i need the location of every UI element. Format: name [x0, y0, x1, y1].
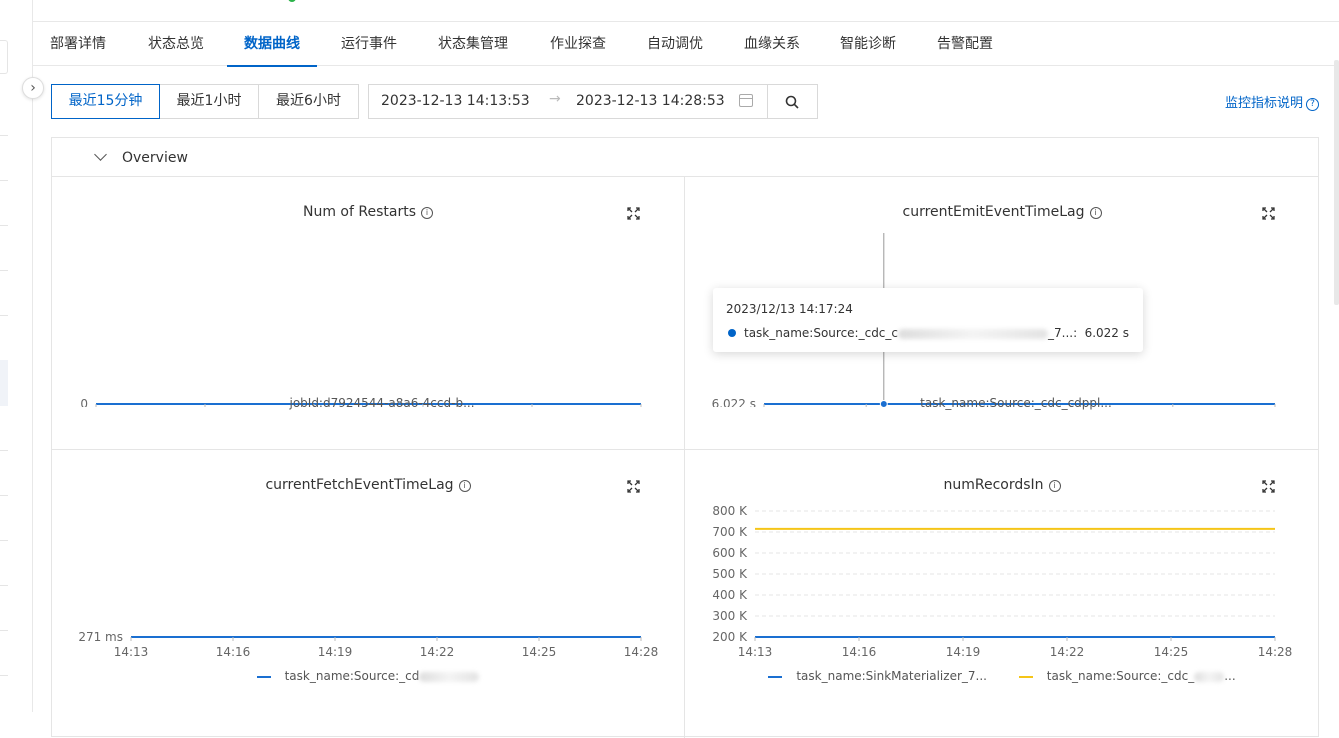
tab-alert-config[interactable]: 告警配置 — [937, 22, 993, 66]
x-tick-label: 14:25 — [1154, 645, 1189, 659]
tooltip-series-dot — [728, 329, 736, 337]
toolbar: 最近15分钟 最近1小时 最近6小时 2023-12-13 14:13:53 →… — [51, 84, 1319, 119]
tab-job-probe[interactable]: 作业探查 — [550, 22, 606, 66]
y-tick-label: 400 K — [712, 588, 748, 602]
y-tick-label: 300 K — [712, 609, 748, 623]
chart-legend: task_name:Source:_cdc_cdppl... — [685, 396, 1319, 410]
last-6-hours-button[interactable]: 最近6小时 — [258, 84, 359, 119]
chart-card: Num of Restartsi 014:1314:1614:1914:2214… — [52, 177, 685, 450]
range-end-input[interactable]: 2023-12-13 14:28:53 — [576, 93, 725, 109]
calendar-icon[interactable] — [739, 94, 753, 107]
search-button[interactable] — [767, 84, 818, 119]
legend-item[interactable]: task_name:Source:_cd — [256, 669, 480, 683]
help-link-label: 监控指标说明 — [1224, 96, 1303, 111]
x-tick-label: 14:28 — [624, 645, 659, 659]
page-scrollbar[interactable] — [1334, 60, 1339, 305]
chart-card: currentFetchEventTimeLag i 271 ms 14:13 14:… — [52, 450, 685, 738]
x-tick-label: 14:19 — [318, 645, 353, 659]
x-tick-label: 14:13 — [738, 645, 773, 659]
sidebar-selected-item[interactable] — [0, 360, 8, 406]
y-tick-label: 600 K — [712, 546, 748, 560]
legend-item[interactable]: task_name:SinkMaterializer_7... — [768, 669, 987, 683]
legend-item[interactable]: task_name:Source:_cdc_cdppl... — [892, 396, 1112, 410]
last-1-hour-button[interactable]: 最近1小时 — [159, 84, 259, 119]
tab-bar: 部署详情 状态总览 数据曲线 运行事件 状态集管理 作业探查 自动调优 血缘关系… — [33, 22, 1339, 67]
line-chart: 014:1314:1614:1914:2214:2514:28 — [80, 397, 642, 407]
redacted-text — [1194, 671, 1225, 682]
tooltip-time: 2023/12/13 14:17:24 — [726, 302, 853, 316]
x-tick-label: 14:13 — [114, 645, 149, 659]
y-tick-label: 200 K — [712, 630, 748, 644]
x-tick-label: 14:25 — [522, 645, 557, 659]
legend-item[interactable]: task_name:Source:_cdc_... — [1018, 669, 1236, 683]
y-tick-label: 800 K — [712, 504, 748, 518]
chart-card: numRecordsIn i 200 K 300 K 400 K 500 K 600 K7… — [685, 450, 1319, 738]
tab-auto-tuning[interactable]: 自动调优 — [647, 22, 703, 66]
range-separator: → — [549, 91, 561, 107]
overview-panel: Overview Num of Restartsi 014:1314:1614:… — [51, 137, 1319, 738]
help-icon: ? — [1306, 98, 1319, 111]
tab-lineage[interactable]: 血缘关系 — [744, 22, 800, 66]
search-icon — [785, 95, 799, 109]
tab-data-curves[interactable]: 数据曲线 — [227, 22, 317, 67]
line-chart: 200 K 300 K 400 K 500 K 600 K 700 K 800 K 14:13… — [712, 504, 1293, 659]
status-dot — [288, 0, 296, 2]
y-tick-label: 700 K — [712, 525, 748, 539]
x-tick-label: 14:22 — [1050, 645, 1085, 659]
chart-legend: task_name:Source:_cd — [52, 669, 684, 683]
y-tick-label: 271 ms — [78, 630, 123, 644]
chevron-down-icon[interactable] — [94, 148, 107, 161]
tab-deploy-details[interactable]: 部署详情 — [50, 22, 106, 66]
tooltip-series-name: task_name:Source:_cdc_c _7...: — [744, 326, 1078, 340]
legend-item[interactable]: jobId:d7924544-a8a6-4ccd-b... — [261, 396, 475, 410]
tooltip-value: 6.022 s — [1084, 326, 1129, 340]
y-tick-label: 500 K — [712, 567, 748, 581]
sidebar-item[interactable] — [0, 40, 8, 74]
x-tick-label: 14:16 — [216, 645, 251, 659]
metrics-help-link[interactable]: 监控指标说明? — [1225, 92, 1319, 111]
x-tick-label: 14:16 — [842, 645, 877, 659]
chart-legend: task_name:SinkMaterializer_7... task_nam… — [685, 669, 1319, 683]
x-tick-label: 14:19 — [946, 645, 981, 659]
tab-state-set[interactable]: 状态集管理 — [438, 22, 508, 66]
left-sidebar — [0, 0, 33, 712]
chevron-right-icon[interactable]: › — [22, 77, 44, 99]
x-tick-label: 14:28 — [1258, 645, 1293, 659]
range-start-input[interactable]: 2023-12-13 14:13:53 — [381, 93, 530, 109]
overview-header[interactable]: Overview — [52, 138, 1318, 177]
overview-title: Overview — [122, 150, 188, 166]
tab-diagnosis[interactable]: 智能诊断 — [840, 22, 896, 66]
last-15-min-button[interactable]: 最近15分钟 — [51, 84, 160, 119]
tab-status-overview[interactable]: 状态总览 — [148, 22, 204, 66]
chart-tooltip: 2023/12/13 14:17:24 task_name:Source:_cd… — [713, 288, 1143, 352]
line-chart: 271 ms14:13 14:16 14:19 14:22 14:25 14:28 — [78, 630, 659, 659]
tab-run-events[interactable]: 运行事件 — [341, 22, 397, 66]
chart-legend: jobId:d7924544-a8a6-4ccd-b... — [52, 396, 684, 410]
x-tick-label: 14:22 — [420, 645, 455, 659]
header-strip — [33, 0, 1339, 22]
date-range-picker[interactable]: 2023-12-13 14:13:53 → 2023-12-13 14:28:5… — [368, 84, 768, 119]
redacted-text — [419, 671, 480, 682]
